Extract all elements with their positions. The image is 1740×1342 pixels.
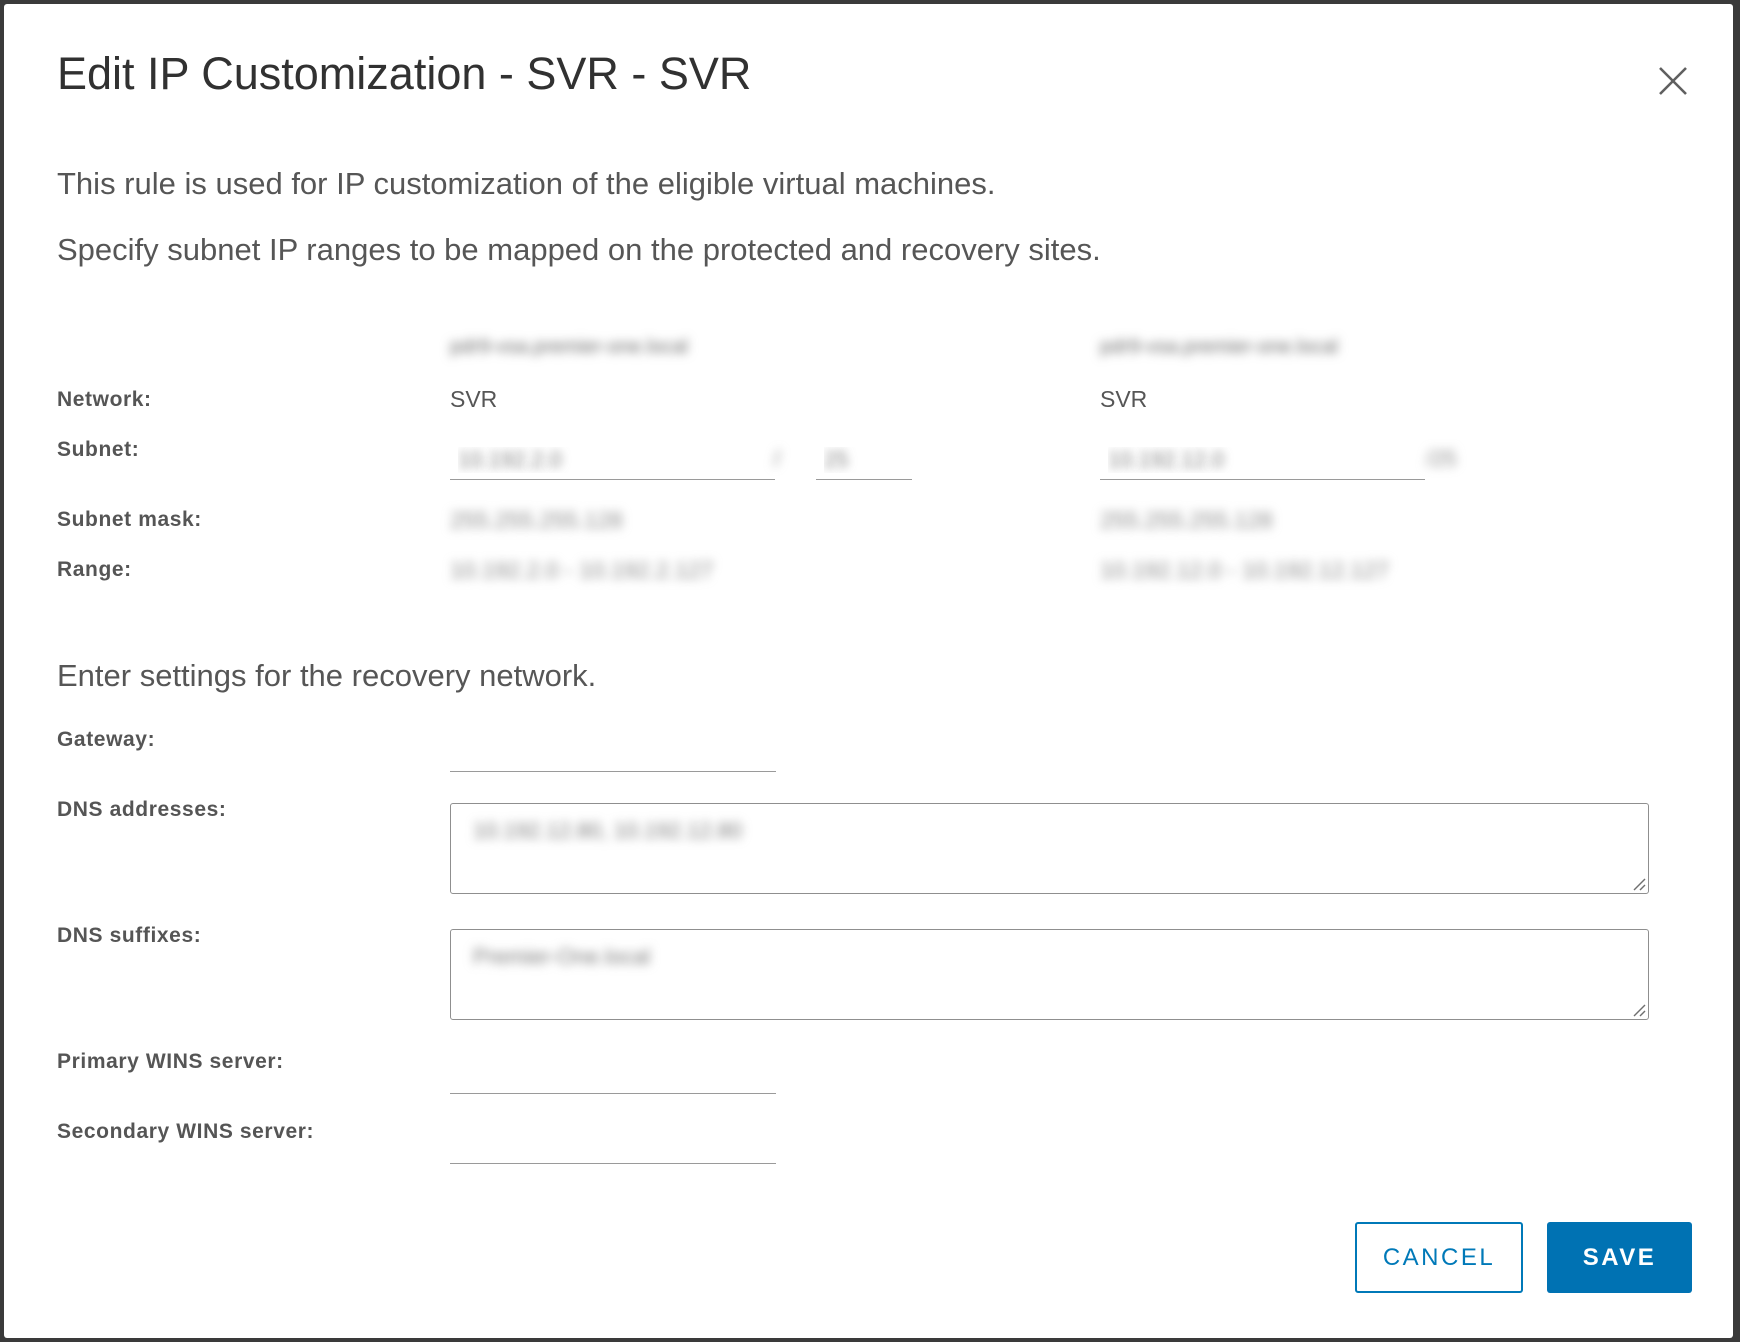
dns-suffixes-textarea[interactable]: Premier-One.local <box>450 929 1649 1020</box>
subnet-label: Subnet: <box>57 438 140 461</box>
primary-wins-label: Primary WINS server: <box>57 1050 284 1073</box>
dialog-title: Edit IP Customization - SVR - SVR <box>57 48 752 99</box>
recovery-site-name: pdr9-vsa.premier-one.local <box>1100 336 1338 358</box>
dns-suffixes-value: Premier-One.local <box>473 944 651 969</box>
resize-grip-icon[interactable] <box>1630 1001 1646 1017</box>
recovery-settings-heading: Enter settings for the recovery network. <box>57 658 597 693</box>
protected-subnet-ip-input[interactable] <box>450 440 775 480</box>
save-button[interactable]: SAVE <box>1547 1222 1692 1293</box>
range-label: Range: <box>57 558 132 581</box>
protected-range-value: 10.192.2.0 - 10.192.2.127 <box>450 557 714 583</box>
secondary-wins-label: Secondary WINS server: <box>57 1120 315 1143</box>
gateway-input[interactable] <box>450 732 776 772</box>
protected-subnet-prefix-input[interactable] <box>816 440 912 480</box>
gateway-label: Gateway: <box>57 728 156 751</box>
subnet-slash: / <box>774 446 781 471</box>
protected-subnet-mask-value: 255.255.255.128 <box>450 507 623 533</box>
primary-wins-input[interactable] <box>450 1054 776 1094</box>
protected-site-name: pdr9-vsa.premier-one.local <box>450 336 688 358</box>
dns-addresses-textarea[interactable]: 10.192.12.80, 10.192.12.80 <box>450 803 1649 894</box>
recovery-network-value: SVR <box>1100 386 1148 412</box>
dns-addresses-value: 10.192.12.80, 10.192.12.80 <box>473 818 743 843</box>
dns-suffixes-label: DNS suffixes: <box>57 924 202 947</box>
edit-ip-customization-dialog: Edit IP Customization - SVR - SVR This r… <box>4 4 1733 1338</box>
protected-network-value: SVR <box>450 386 498 412</box>
secondary-wins-input[interactable] <box>450 1124 776 1164</box>
network-label: Network: <box>57 388 152 411</box>
intro-text-subnet: Specify subnet IP ranges to be mapped on… <box>57 232 1101 267</box>
cancel-button[interactable]: CANCEL <box>1355 1222 1523 1293</box>
recovery-subnet-mask-value: 255.255.255.128 <box>1100 507 1273 533</box>
close-icon[interactable] <box>1656 64 1690 98</box>
subnet-mask-label: Subnet mask: <box>57 508 202 531</box>
intro-text-rule: This rule is used for IP customization o… <box>57 166 996 201</box>
recovery-subnet-prefix: /25 <box>1426 446 1457 471</box>
resize-grip-icon[interactable] <box>1630 875 1646 891</box>
recovery-range-value: 10.192.12.0 - 10.192.12.127 <box>1100 557 1390 583</box>
dns-addresses-label: DNS addresses: <box>57 798 227 821</box>
recovery-subnet-ip-input[interactable] <box>1100 440 1425 480</box>
